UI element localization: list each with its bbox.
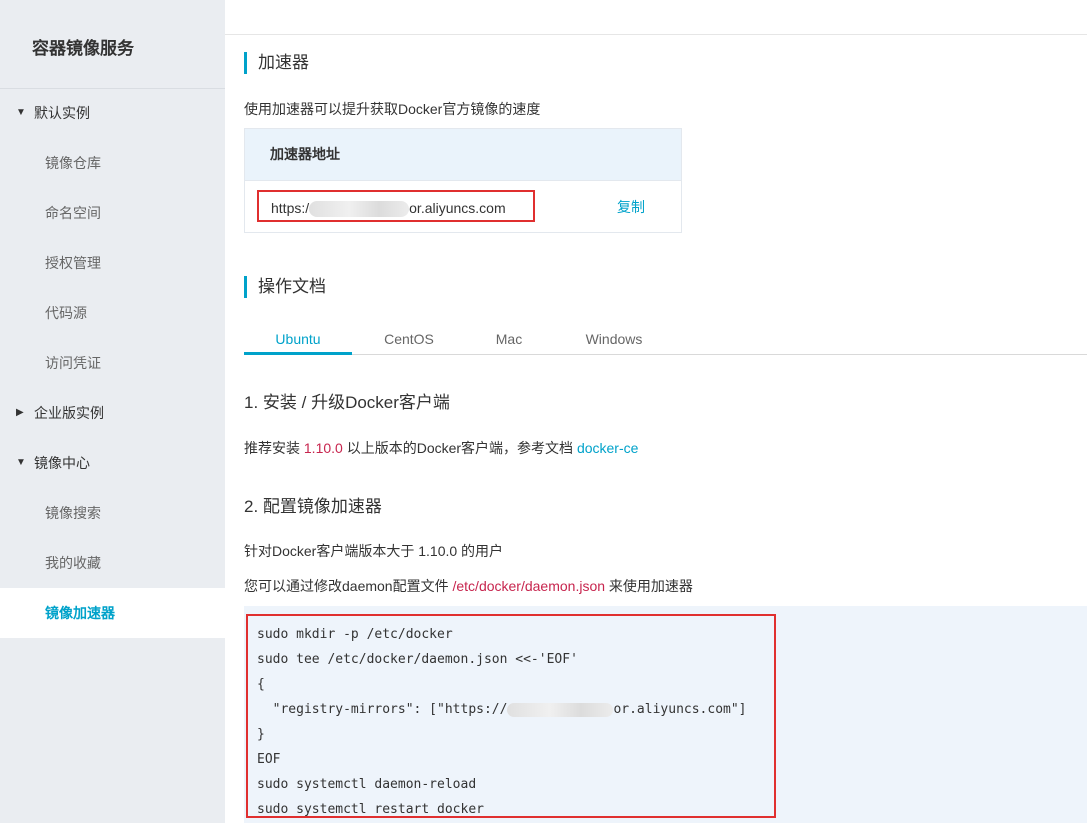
step1-text-middle: 以上版本的Docker客户端，参考文档 <box>342 440 577 456</box>
code-line: { <box>257 677 265 692</box>
sidebar-item-authorization[interactable]: 授权管理 <box>0 238 225 288</box>
sidebar-item-image-search[interactable]: 镜像搜索 <box>0 488 225 538</box>
sidebar: 容器镜像服务 ▼ 默认实例 镜像仓库 命名空间 授权管理 代码源 访问凭证 ▶ … <box>0 0 225 823</box>
sidebar-title: 容器镜像服务 <box>32 39 134 59</box>
url-suffix: or.aliyuncs.com <box>409 200 506 216</box>
caret-down-icon: ▼ <box>16 107 26 118</box>
docs-section-title: 操作文档 <box>244 276 326 298</box>
nav-group-label: 镜像中心 <box>34 455 90 471</box>
sidebar-item-repositories[interactable]: 镜像仓库 <box>0 138 225 188</box>
url-prefix: https:/ <box>271 200 310 216</box>
code-block-area: sudo mkdir -p /etc/docker sudo tee /etc/… <box>244 606 1087 823</box>
os-tabs: Ubuntu CentOS Mac Windows <box>244 322 1087 355</box>
code-line: } <box>257 727 265 742</box>
redacted-blur <box>507 702 614 717</box>
sidebar-item-namespaces[interactable]: 命名空间 <box>0 188 225 238</box>
tab-ubuntu[interactable]: Ubuntu <box>244 322 352 355</box>
code-line: EOF <box>257 752 281 767</box>
docker-version: 1.10.0 <box>303 440 343 456</box>
nav-group-default-instance[interactable]: ▼ 默认实例 <box>0 88 225 138</box>
code-line: sudo systemctl restart docker <box>257 802 484 817</box>
code-mirror-suffix: or.aliyuncs.com"] <box>613 702 747 717</box>
config-path: /etc/docker/daemon.json <box>452 578 606 594</box>
main-content: 加速器 使用加速器可以提升获取Docker官方镜像的速度 加速器地址 https… <box>225 0 1087 823</box>
tab-centos[interactable]: CentOS <box>362 322 456 353</box>
tab-windows[interactable]: Windows <box>568 322 660 353</box>
step2-line1: 针对Docker客户端版本大于 1.10.0 的用户 <box>244 543 504 559</box>
step2-line2-after: 来使用加速器 <box>605 578 693 594</box>
step1-text-before: 推荐安装 <box>244 440 304 456</box>
nav-group-label: 企业版实例 <box>34 405 104 421</box>
redacted-blur <box>309 201 410 218</box>
caret-down-icon: ▼ <box>16 457 26 468</box>
top-bar <box>225 0 1087 35</box>
step2-title: 2. 配置镜像加速器 <box>244 497 382 516</box>
tab-mac[interactable]: Mac <box>474 322 544 353</box>
step2-line2: 您可以通过修改daemon配置文件 /etc/docker/daemon.jso… <box>244 576 693 596</box>
copy-button[interactable]: 复制 <box>617 197 645 217</box>
step1-text: 推荐安装 1.10.0 以上版本的Docker客户端，参考文档 docker-c… <box>244 438 638 458</box>
accelerator-description: 使用加速器可以提升获取Docker官方镜像的速度 <box>244 101 541 117</box>
caret-right-icon: ▶ <box>16 407 24 418</box>
code-block: sudo mkdir -p /etc/docker sudo tee /etc/… <box>246 614 776 818</box>
code-line: "registry-mirrors": ["https:// or.aliyunc… <box>257 697 774 722</box>
sidebar-nav: ▼ 默认实例 镜像仓库 命名空间 授权管理 代码源 访问凭证 ▶ 企业版实例 ▼… <box>0 88 225 638</box>
step1-title: 1. 安装 / 升级Docker客户端 <box>244 393 450 412</box>
code-line: sudo mkdir -p /etc/docker <box>257 627 453 642</box>
accelerator-section-title: 加速器 <box>244 52 309 74</box>
nav-group-enterprise-instance[interactable]: ▶ 企业版实例 <box>0 388 225 438</box>
accelerator-address-table: 加速器地址 https:/ or.aliyuncs.com 复制 <box>244 128 682 233</box>
code-line: sudo systemctl daemon-reload <box>257 777 477 792</box>
step2-line2-before: 您可以通过修改daemon配置文件 <box>244 578 453 594</box>
accelerator-url: https:/ or.aliyuncs.com <box>257 190 535 222</box>
sidebar-item-code-source[interactable]: 代码源 <box>0 288 225 338</box>
address-table-header: 加速器地址 <box>245 129 681 181</box>
sidebar-item-favorites[interactable]: 我的收藏 <box>0 538 225 588</box>
sidebar-item-access-credentials[interactable]: 访问凭证 <box>0 338 225 388</box>
code-mirror-prefix: "registry-mirrors": ["https:// <box>257 702 508 717</box>
sidebar-item-accelerator[interactable]: 镜像加速器 <box>0 588 225 638</box>
docker-ce-link[interactable]: docker-ce <box>577 440 638 456</box>
nav-group-label: 默认实例 <box>34 105 90 121</box>
nav-group-image-center[interactable]: ▼ 镜像中心 <box>0 438 225 488</box>
address-table-row: https:/ or.aliyuncs.com 复制 <box>245 181 681 232</box>
code-line: sudo tee /etc/docker/daemon.json <<-'EOF… <box>257 652 578 667</box>
